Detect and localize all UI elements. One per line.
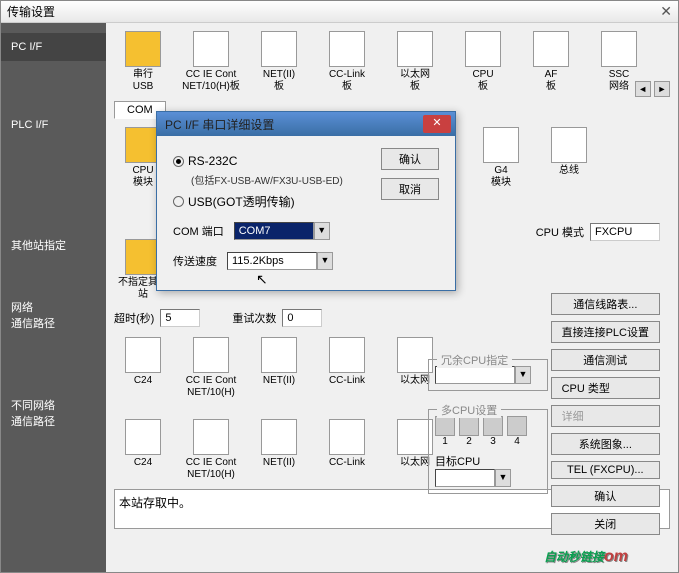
target-cpu-label: 目标CPU (435, 453, 541, 469)
baud-dropdown[interactable] (227, 252, 317, 270)
comm-test-button[interactable]: 通信测试 (551, 349, 660, 371)
icon-c24-2[interactable]: C24 (114, 419, 172, 481)
comm-route-list-button[interactable]: 通信线路表... (551, 293, 660, 315)
direct-plc-button[interactable]: 直接连接PLC设置 (551, 321, 660, 343)
com-port-label: COM 端口 (173, 223, 224, 239)
right-button-column: 通信线路表... 直接连接PLC设置 通信测试 CPU 类型 详细 系统图象..… (551, 293, 660, 535)
dropdown-arrow-icon[interactable]: ▼ (317, 252, 333, 270)
cpu-slot-3[interactable] (483, 416, 503, 436)
redundant-cpu-group: 冗余CPU指定 ▼ (428, 359, 548, 391)
sidebar-item-plc-if[interactable]: PLC I/F (1, 111, 106, 139)
dialog-ok-button[interactable]: 确认 (381, 148, 439, 170)
retry-input[interactable] (282, 309, 322, 327)
ok-button[interactable]: 确认 (551, 485, 660, 507)
timeout-label: 超时(秒) (114, 310, 154, 326)
dropdown-arrow-icon[interactable]: ▼ (515, 366, 531, 384)
detail-button[interactable]: 详细 (551, 405, 660, 427)
icon-c24-1[interactable]: C24 (114, 337, 172, 399)
target-cpu-dropdown[interactable] (435, 469, 495, 487)
cpu-mode-label: CPU 模式 (536, 224, 584, 240)
transfer-settings-window: 传输设置 ✕ PC I/F PLC I/F 其他站指定 网络 通信路径 不同网络… (0, 0, 679, 573)
icon-net-ii[interactable]: NET(II) 板 (250, 31, 308, 93)
radio-icon[interactable] (173, 156, 184, 167)
icon-netii-2[interactable]: NET(II) (250, 419, 308, 481)
icon-cclink-2[interactable]: CC-Link (318, 419, 376, 481)
main-panel: 串行 USB CC IE Cont NET/10(H)板 NET(II) 板 C… (106, 23, 678, 572)
icon-ethernet[interactable]: 以太网 板 (386, 31, 444, 93)
dialog-cancel-button[interactable]: 取消 (381, 178, 439, 200)
radio-icon[interactable] (173, 196, 184, 207)
dialog-titlebar[interactable]: PC I/F 串口详细设置 ✕ (157, 112, 455, 136)
icon-bus[interactable]: 总线 (540, 127, 598, 189)
close-button[interactable]: 关闭 (551, 513, 660, 535)
icon-af-board[interactable]: AF 板 (522, 31, 580, 93)
redundant-dropdown[interactable] (435, 366, 515, 384)
icon-serial-usb[interactable]: 串行 USB (114, 31, 172, 93)
cpu-slot-2[interactable] (459, 416, 479, 436)
serial-detail-dialog: PC I/F 串口详细设置 ✕ RS-232C (包括FX-USB-AW/FX3… (156, 111, 456, 291)
cpu-slot-4[interactable] (507, 416, 527, 436)
multi-cpu-group: 多CPU设置 1 2 3 4 目标CPU (428, 409, 548, 494)
tel-button[interactable]: TEL (FXCPU)... (551, 461, 660, 479)
icon-ssc[interactable]: SSC 网络 (590, 31, 648, 93)
icon-cpu-board[interactable]: CPU 板 (454, 31, 512, 93)
retry-label: 重试次数 (232, 310, 276, 326)
icon-g4-module[interactable]: G4 模块 (472, 127, 530, 189)
icon-cclink-1[interactable]: CC-Link (318, 337, 376, 399)
dialog-close-icon[interactable]: ✕ (423, 115, 451, 133)
sidebar-item-diff-network[interactable]: 不同网络 通信路径 (1, 389, 106, 437)
titlebar: 传输设置 ✕ (1, 1, 678, 23)
icon-cc-ie-cont[interactable]: CC IE Cont NET/10(H)板 (182, 31, 240, 93)
com-port-dropdown[interactable] (234, 222, 314, 240)
cpu-mode-input[interactable] (590, 223, 660, 241)
icon-cc-ie-1[interactable]: CC IE Cont NET/10(H) (182, 337, 240, 399)
timeout-input[interactable] (160, 309, 200, 327)
dialog-title: PC I/F 串口详细设置 (161, 116, 274, 133)
sys-image-button[interactable]: 系统图象... (551, 433, 660, 455)
sidebar: PC I/F PLC I/F 其他站指定 网络 通信路径 不同网络 通信路径 (1, 23, 106, 572)
baud-label: 传送速度 (173, 253, 217, 269)
sidebar-item-pc-if[interactable]: PC I/F (1, 33, 106, 61)
icon-netii-1[interactable]: NET(II) (250, 337, 308, 399)
pc-if-icon-row: 串行 USB CC IE Cont NET/10(H)板 NET(II) 板 C… (114, 31, 670, 93)
sidebar-item-other-station[interactable]: 其他站指定 (1, 229, 106, 261)
status-text: 本站存取中。 (119, 496, 191, 510)
watermark: 自动秒链接om (544, 537, 628, 568)
window-title: 传输设置 (7, 3, 55, 20)
scroll-right-icon[interactable]: ► (654, 81, 670, 97)
cpu-type-button[interactable]: CPU 类型 (551, 377, 660, 399)
sidebar-item-network-route[interactable]: 网络 通信路径 (1, 291, 106, 339)
cpu-mode-row: CPU 模式 (536, 223, 660, 241)
icon-cc-ie-2[interactable]: CC IE Cont NET/10(H) (182, 419, 240, 481)
icon-cc-link[interactable]: CC-Link 板 (318, 31, 376, 93)
cpu-slot-1[interactable] (435, 416, 455, 436)
dropdown-arrow-icon[interactable]: ▼ (495, 469, 511, 487)
dropdown-arrow-icon[interactable]: ▼ (314, 222, 330, 240)
close-icon[interactable]: ✕ (660, 3, 672, 20)
